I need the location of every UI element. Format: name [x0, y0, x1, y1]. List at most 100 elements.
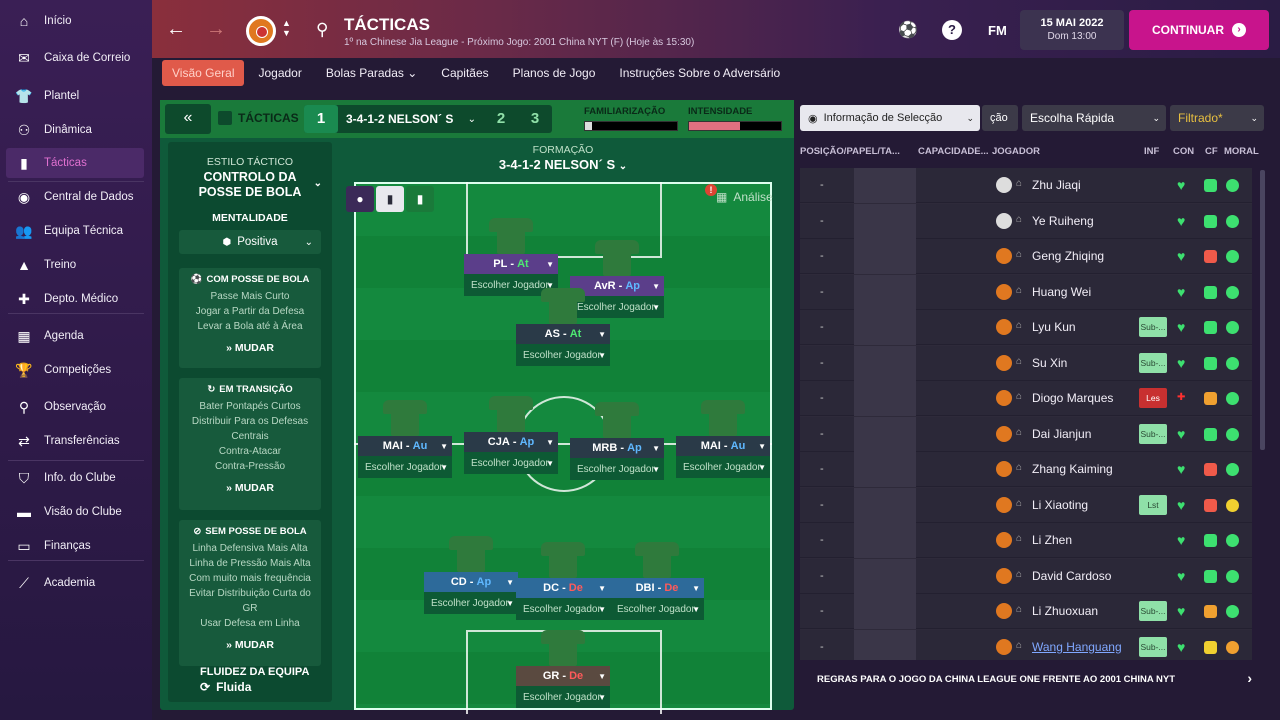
bar-chart-icon[interactable]: ▮: [376, 186, 404, 212]
help-icon[interactable]: ?: [942, 20, 962, 40]
position-role[interactable]: MAI - Au ▼: [676, 436, 770, 456]
player-row[interactable]: - ⌂ Geng Zhiqing ♥: [800, 239, 1252, 274]
col-moral[interactable]: MORAL: [1224, 146, 1259, 157]
player-slot-dbi[interactable]: DBI - De ▼ Escolher Jogador ▼: [610, 538, 704, 620]
player-row[interactable]: - ⌂ Su Xin Sub-... ♥: [800, 345, 1252, 381]
col-ability[interactable]: CAPACIDADE...: [918, 146, 989, 157]
col-position[interactable]: POSIÇÃO/PAPEL/TA...: [800, 146, 900, 157]
player-slot-mai[interactable]: MAI - Au ▼ Escolher Jogador ▼: [676, 396, 770, 478]
sidebar-item-medical[interactable]: ✚ Depto. Médico: [6, 284, 144, 314]
sidebar-item-home[interactable]: ⌂ Início: [6, 6, 144, 36]
mentality-select[interactable]: ⬢ Positiva ⌄: [179, 230, 321, 254]
tab-5[interactable]: Instruções Sobre o Adversário: [609, 60, 790, 86]
player-name[interactable]: Geng Zhiqing: [1032, 249, 1104, 263]
tab-3[interactable]: Capitães: [431, 60, 498, 86]
position-role[interactable]: CJA - Ap ▼: [464, 432, 558, 452]
style-title[interactable]: CONTROLO DA POSSE DE BOLA ⌄: [168, 170, 332, 200]
position-role[interactable]: MRB - Ap ▼: [570, 438, 664, 458]
player-row[interactable]: - ⌂ Ye Ruiheng ♥: [800, 203, 1252, 239]
pick-player-dropdown[interactable]: Escolher Jogador ▼: [516, 598, 610, 620]
pick-player-dropdown[interactable]: Escolher Jogador ▼: [516, 344, 610, 366]
sidebar-item-calendar[interactable]: ▦ Agenda: [6, 321, 144, 351]
filter-dropdown[interactable]: Filtrado* ⌄: [1170, 105, 1264, 131]
player-row[interactable]: - ⌂ Diogo Marques Les ✚: [800, 381, 1252, 416]
tab-2[interactable]: Bolas Paradas ⌄: [316, 60, 427, 86]
continue-button[interactable]: CONTINUAR ›: [1129, 10, 1269, 50]
player-row[interactable]: - ⌂ Li Zhuoxuan Sub-... ♥: [800, 594, 1252, 629]
player-slot-mrb[interactable]: MRB - Ap ▼ Escolher Jogador ▼: [570, 398, 664, 480]
player-name[interactable]: Lyu Kun: [1032, 320, 1076, 334]
hidden-option-button[interactable]: ção: [982, 105, 1018, 131]
player-list-scrollbar[interactable]: [1260, 170, 1265, 450]
pitch-formation-name[interactable]: 3-4-1-2 NELSON´ S ⌄: [340, 157, 786, 172]
player-row[interactable]: - ⌂ Wang Hanguang Sub-... ♥: [800, 629, 1252, 660]
forward-arrow-icon[interactable]: →: [206, 18, 226, 41]
sidebar-item-shirt[interactable]: 👕 Plantel: [6, 81, 144, 111]
back-arrow-icon[interactable]: ←: [166, 18, 186, 41]
player-slot-dc[interactable]: DC - De ▼ Escolher Jogador ▼: [516, 538, 610, 620]
pick-player-dropdown[interactable]: Escolher Jogador ▼: [610, 598, 704, 620]
analysis-button[interactable]: ▦ Análise: [716, 190, 773, 204]
pick-player-dropdown[interactable]: Escolher Jogador ▼: [424, 592, 518, 614]
player-name[interactable]: Su Xin: [1032, 356, 1067, 370]
position-role[interactable]: MAI - Au ▼: [358, 436, 452, 456]
tactic-slot-3[interactable]: 3: [518, 105, 552, 133]
player-slot-cja[interactable]: CJA - Ap ▼ Escolher Jogador ▼: [464, 392, 558, 474]
player-row[interactable]: - ⌂ David Cardoso ♥: [800, 558, 1252, 594]
position-role[interactable]: GR - De ▼: [516, 666, 610, 686]
sidebar-item-staff[interactable]: 👥 Equipa Técnica: [6, 216, 144, 246]
match-rules-bar[interactable]: REGRAS PARA O JOGO DA CHINA LEAGUE ONE F…: [800, 664, 1260, 694]
player-row[interactable]: - ⌂ Dai Jianjun Sub-... ♥: [800, 416, 1252, 452]
change-transition-button[interactable]: » MUDAR: [179, 482, 321, 494]
player-row[interactable]: - ⌂ Li Xiaoting Lst ♥: [800, 487, 1252, 523]
sidebar-item-club-vision[interactable]: ▬ Visão do Clube: [6, 497, 144, 527]
sidebar-item-finances[interactable]: ▭ Finanças: [6, 531, 144, 561]
player-slot-as[interactable]: AS - At ▼ Escolher Jogador ▼: [516, 284, 610, 366]
tab-4[interactable]: Planos de Jogo: [503, 60, 606, 86]
pick-player-dropdown[interactable]: Escolher Jogador ▼: [464, 452, 558, 474]
sidebar-item-club-info[interactable]: ⛉ Info. do Clube: [6, 463, 144, 493]
pick-player-dropdown[interactable]: Escolher Jogador ▼: [676, 456, 770, 478]
player-name[interactable]: Ye Ruiheng: [1032, 214, 1094, 228]
col-player[interactable]: JOGADOR: [992, 146, 1040, 157]
tab-1[interactable]: Jogador: [248, 60, 311, 86]
position-role[interactable]: DBI - De ▼: [610, 578, 704, 598]
player-name[interactable]: Li Xiaoting: [1032, 498, 1088, 512]
player-slot-gr[interactable]: GR - De ▼ Escolher Jogador ▼: [516, 626, 610, 708]
pick-player-dropdown[interactable]: Escolher Jogador ▼: [570, 458, 664, 480]
col-inf[interactable]: INF: [1144, 146, 1159, 157]
player-row[interactable]: - ⌂ Huang Wei ♥: [800, 274, 1252, 310]
col-cf[interactable]: CF: [1205, 146, 1218, 157]
player-slot-mai[interactable]: MAI - Au ▼ Escolher Jogador ▼: [358, 396, 452, 478]
tactics-board-icon[interactable]: ▮: [406, 186, 434, 212]
position-role[interactable]: PL - At ▼: [464, 254, 558, 274]
position-role[interactable]: CD - Ap ▼: [424, 572, 518, 592]
sidebar-item-scouting[interactable]: ⚲ Observação: [6, 392, 144, 422]
collapse-button[interactable]: «: [165, 104, 211, 134]
tactic-slot-2[interactable]: 2: [484, 105, 518, 133]
sidebar-item-dynamics[interactable]: ⚇ Dinâmica: [6, 115, 144, 145]
club-badge-icon[interactable]: [246, 16, 276, 46]
player-row[interactable]: - ⌂ Lyu Kun Sub-... ♥: [800, 310, 1252, 345]
sidebar-item-transfers[interactable]: ⇄ Transferências: [6, 426, 144, 456]
sidebar-item-trophy[interactable]: 🏆 Competições: [6, 355, 144, 385]
chevron-down-icon[interactable]: ⌄: [468, 114, 484, 125]
pick-player-dropdown[interactable]: Escolher Jogador ▼: [516, 686, 610, 708]
player-name[interactable]: Diogo Marques: [1032, 391, 1113, 405]
player-name[interactable]: David Cardoso: [1032, 569, 1111, 583]
player-row[interactable]: - ⌂ Zhang Kaiming ♥: [800, 452, 1252, 487]
tab-0[interactable]: Visão Geral: [162, 60, 245, 86]
formation-selector[interactable]: 1 3-4-1-2 NELSON´ S ⌄ 2 3: [304, 105, 552, 133]
position-role[interactable]: AS - At ▼: [516, 324, 610, 344]
player-row[interactable]: - ⌂ Zhu Jiaqi ♥: [800, 168, 1252, 203]
sidebar-item-tactics[interactable]: ▮ Tácticas: [6, 148, 144, 178]
player-name[interactable]: Huang Wei: [1032, 285, 1091, 299]
player-name[interactable]: Dai Jianjun: [1032, 427, 1091, 441]
search-icon[interactable]: ⚲: [316, 20, 328, 40]
player-name[interactable]: Wang Hanguang: [1032, 640, 1122, 654]
sidebar-item-inbox[interactable]: ✉ Caixa de Correio: [6, 43, 144, 73]
ball-icon[interactable]: ⚽: [898, 20, 918, 40]
player-name[interactable]: Li Zhen: [1032, 533, 1072, 547]
player-name[interactable]: Zhang Kaiming: [1032, 462, 1113, 476]
person-view-icon[interactable]: ●: [346, 186, 374, 212]
